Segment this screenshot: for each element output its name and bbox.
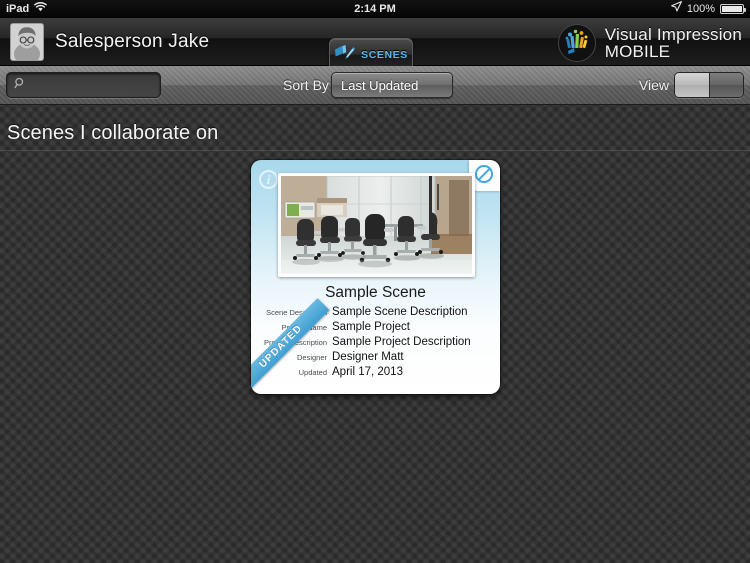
visual-impression-logo-icon [557,24,596,62]
field-value: Sample Project Description [332,336,471,348]
sort-by-dropdown[interactable]: Last Updated [331,72,453,98]
scene-card-title: Sample Scene [325,284,426,301]
view-toggle-grid[interactable] [675,73,709,97]
field-row: Scene Description Sample Scene Descripti… [251,306,500,321]
field-value: Sample Project [332,321,410,333]
field-value: Designer Matt [332,351,404,363]
toolbar: Sort By Last Updated View [0,66,750,105]
user-name: Salesperson Jake [55,31,210,52]
view-label: View [638,77,669,93]
brand-logo: Visual Impression MOBILE [557,23,742,63]
status-bar-right: 100% [671,0,746,18]
search-icon [14,76,26,94]
no-entry-icon [475,165,493,183]
scene-thumbnail[interactable] [278,173,475,277]
info-icon[interactable]: i [259,170,278,189]
field-value: April 17, 2013 [332,366,403,378]
brand-line-1: Visual Impression [604,24,742,44]
app-header: Salesperson Jake SCENES Visual Impressio… [0,18,750,72]
title-divider [0,150,750,151]
status-bar: iPad 2:14 PM 100% [0,0,750,18]
scene-thumbnail-image [281,176,472,274]
status-bar-time: 2:14 PM [354,3,396,15]
content-area: Scenes I collaborate on i Sample Scene S… [0,105,750,563]
location-arrow-icon [671,0,682,18]
battery-percent-label: 100% [686,3,715,15]
field-row: Updated April 17, 2013 [251,366,500,381]
battery-icon [720,4,746,14]
brand-line-2: MOBILE [604,42,671,61]
field-row: Designer Designer Matt [251,351,500,366]
app-root: iPad 2:14 PM 100% Salesperson Jake SCENE… [0,0,750,563]
search-input[interactable] [6,72,161,98]
scenes-icon [334,44,356,67]
field-value: Sample Scene Description [332,306,468,318]
view-toggle[interactable] [674,72,744,98]
sort-by-label: Sort By [283,77,329,93]
brand-logo-text: Visual Impression MOBILE [604,24,742,61]
scenes-button-label: SCENES [361,49,408,61]
view-toggle-list[interactable] [708,73,743,97]
page-title: Scenes I collaborate on [7,122,219,144]
scene-card[interactable]: i Sample Scene Scene Description Sample … [251,160,500,394]
avatar[interactable] [10,23,44,61]
sort-by-value: Last Updated [341,77,419,93]
